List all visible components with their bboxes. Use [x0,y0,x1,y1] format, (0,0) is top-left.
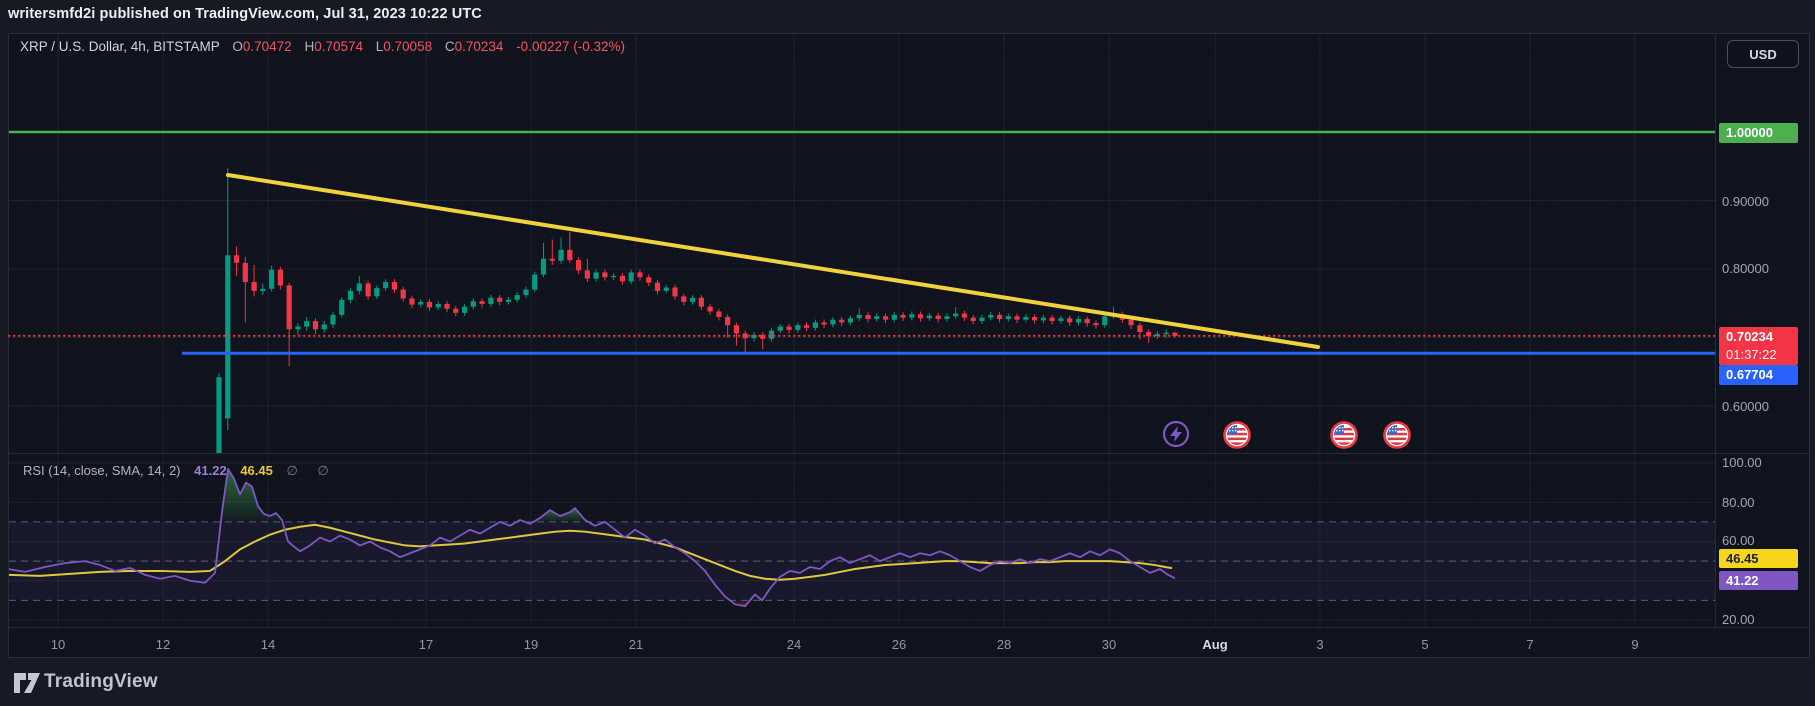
time-axis-tick: 9 [1631,637,1638,652]
us-economic-event-icon[interactable] [1225,423,1250,448]
time-axis-tick: 3 [1316,637,1323,652]
rsi-indicator-legend[interactable]: RSI (14, close, SMA, 14, 2) 41.22 46.45 … [23,463,337,479]
rsi-axis-label: 41.22 [1719,571,1798,590]
bar-countdown: 01:37:22 [1726,346,1791,364]
time-axis-tick: 12 [156,637,170,652]
symbol-legend: XRP / U.S. Dollar, 4h, BITSTAMP O0.70472… [20,39,625,54]
price-label-green-line: 1.00000 [1719,123,1798,143]
rsi-axis-label: 60.00 [1722,533,1755,548]
time-axis-tick: 21 [629,637,643,652]
open-key: O [232,39,243,54]
rsi-axis-label: 100.00 [1722,455,1762,470]
currency-toggle-button[interactable]: USD [1727,40,1799,68]
last-price-label: 0.70234 01:37:22 [1719,327,1798,365]
tradingview-snapshot: writersmfd2i published on TradingView.co… [0,0,1815,706]
price-label-blue-line: 0.67704 [1719,365,1798,385]
idea-bolt-marker[interactable] [1164,422,1188,446]
last-price-value: 0.70234 [1726,328,1791,346]
time-axis-tick: 5 [1421,637,1428,652]
high-value: 0.70574 [314,39,363,54]
time-axis-tick: 28 [997,637,1011,652]
rsi-sma-value: 46.45 [240,463,273,478]
time-axis-tick: 17 [419,637,433,652]
time-axis-tick: 10 [51,637,65,652]
low-value: 0.70058 [383,39,432,54]
time-axis-tick: 7 [1526,637,1533,652]
open-value: 0.70472 [243,39,292,54]
time-axis-tick: 30 [1102,637,1116,652]
time-axis-tick: Aug [1202,637,1227,652]
symbol-title[interactable]: XRP / U.S. Dollar, 4h, BITSTAMP [20,39,220,54]
rsi-axis-label: 20.00 [1722,612,1755,627]
price-axis-label: 0.80000 [1722,261,1769,276]
close-value: 0.70234 [455,39,504,54]
price-axis-label: 0.90000 [1722,194,1769,209]
rsi-current-value: 41.22 [194,463,227,478]
footer-bar: TradingView [0,658,1815,706]
price-axis-label: 0.60000 [1722,399,1769,414]
tradingview-logo-icon[interactable] [13,672,41,694]
rsi-axis-label: 80.00 [1722,495,1755,510]
pane-separator[interactable] [8,453,1810,454]
time-axis-tick: 14 [261,637,275,652]
us-economic-event-icon[interactable] [1385,423,1410,448]
rsi-legend-title: RSI (14, close, SMA, 14, 2) [23,463,181,478]
time-axis-tick: 24 [787,637,801,652]
price-axis-separator [1715,33,1716,627]
rsi-sma-axis-label: 46.45 [1719,549,1798,568]
candlestick-series [216,168,1177,496]
time-axis-tick: 19 [524,637,538,652]
close-key: C [445,39,455,54]
time-axis-separator [8,627,1810,628]
us-economic-event-icon[interactable] [1332,423,1357,448]
time-axis-tick: 26 [892,637,906,652]
high-key: H [304,39,314,54]
tradingview-wordmark[interactable]: TradingView [44,671,158,693]
change-value: -0.00227 (-0.32%) [516,39,625,54]
price-chart-canvas[interactable] [0,0,1815,706]
rsi-empty-values: ∅ ∅ [286,463,336,478]
